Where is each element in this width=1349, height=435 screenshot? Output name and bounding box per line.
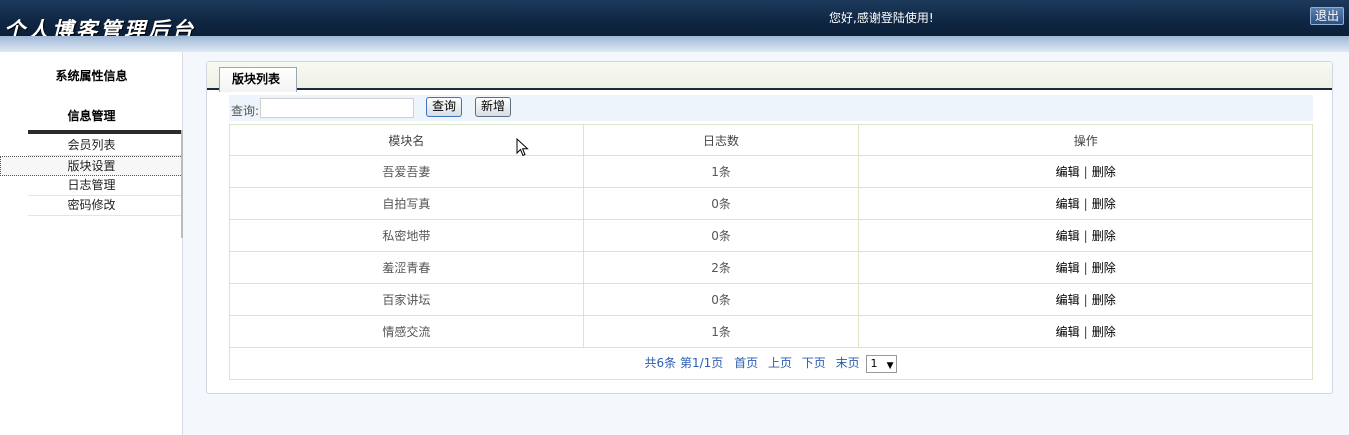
welcome-message: 您好,感谢登陆使用! <box>829 11 934 25</box>
delete-link[interactable]: 删除 <box>1092 325 1116 339</box>
pager: 共6条 第1/1页 首页 上页 下页 末页 1 ▼ <box>229 347 1313 380</box>
mouse-pointer-icon <box>516 138 529 157</box>
column-header-actions: 操作 <box>858 124 1313 156</box>
sidebar-menu: 会员列表 版块设置 日志管理 密码修改 <box>0 136 183 216</box>
delete-link[interactable]: 删除 <box>1092 261 1116 275</box>
action-separator: | <box>1083 165 1088 179</box>
table-row: 自拍写真 0条 编辑 | 删除 <box>229 187 1313 220</box>
query-button[interactable]: 查询 <box>426 97 462 117</box>
delete-link[interactable]: 删除 <box>1092 293 1116 307</box>
cell-module-name: 百家讲坛 <box>229 283 584 316</box>
pager-row: 共6条 第1/1页 首页 上页 下页 末页 1 ▼ <box>229 347 1313 380</box>
column-header-module-name: 模块名 <box>229 124 584 156</box>
chevron-down-icon: ▼ <box>886 360 894 371</box>
sidebar-item-section-settings[interactable]: 版块设置 <box>0 156 183 176</box>
sidebar-system-title[interactable]: 系统属性信息 <box>0 67 183 84</box>
table-row: 情感交流 1条 编辑 | 删除 <box>229 315 1313 348</box>
cell-module-name: 羞涩青春 <box>229 251 584 284</box>
table-row: 羞涩青春 2条 编辑 | 删除 <box>229 251 1313 284</box>
header-subbar <box>0 36 1349 52</box>
edit-link[interactable]: 编辑 <box>1056 197 1080 211</box>
pager-summary: 共6条 第1/1页 <box>644 356 724 371</box>
table-row: 百家讲坛 0条 编辑 | 删除 <box>229 283 1313 316</box>
delete-link[interactable]: 删除 <box>1092 229 1116 243</box>
cell-module-name: 私密地带 <box>229 219 584 252</box>
cell-actions: 编辑 | 删除 <box>858 187 1313 220</box>
cell-actions: 编辑 | 删除 <box>858 155 1313 188</box>
action-separator: | <box>1083 229 1088 243</box>
edit-link[interactable]: 编辑 <box>1056 293 1080 307</box>
last-page-link[interactable]: 末页 <box>836 356 860 370</box>
next-page-link[interactable]: 下页 <box>802 356 826 370</box>
tab-strip: 版块列表 <box>207 62 1332 92</box>
page-select-value: 1 <box>870 356 878 370</box>
section-table: 模块名 日志数 操作 吾爱吾妻 1条 编辑 | 删除 自拍写真 0条 编辑 | 删除 私… <box>229 124 1313 380</box>
search-bar: 查询: 查询 新增 <box>229 95 1313 121</box>
table-header-row: 模块名 日志数 操作 <box>229 124 1313 156</box>
logout-button[interactable]: 退出 <box>1310 7 1344 25</box>
cell-actions: 编辑 | 删除 <box>858 283 1313 316</box>
edit-link[interactable]: 编辑 <box>1056 229 1080 243</box>
search-input[interactable] <box>260 98 414 118</box>
sidebar-section-title[interactable]: 信息管理 <box>0 107 183 124</box>
cell-module-name: 情感交流 <box>229 315 584 348</box>
cell-module-name: 吾爱吾妻 <box>229 155 584 188</box>
sidebar-vertical-rule <box>181 130 183 238</box>
delete-link[interactable]: 删除 <box>1092 165 1116 179</box>
cell-log-count: 0条 <box>582 219 860 252</box>
sidebar: 系统属性信息 信息管理 会员列表 版块设置 日志管理 密码修改 <box>0 52 183 435</box>
action-separator: | <box>1083 197 1088 211</box>
cell-actions: 编辑 | 删除 <box>858 315 1313 348</box>
column-header-log-count: 日志数 <box>582 124 860 156</box>
action-separator: | <box>1083 325 1088 339</box>
search-label: 查询: <box>231 104 260 118</box>
edit-link[interactable]: 编辑 <box>1056 261 1080 275</box>
page-select[interactable]: 1 ▼ <box>866 354 898 373</box>
cell-log-count: 2条 <box>582 251 860 284</box>
sidebar-divider <box>28 130 183 134</box>
cell-module-name: 自拍写真 <box>229 187 584 220</box>
edit-link[interactable]: 编辑 <box>1056 325 1080 339</box>
delete-link[interactable]: 删除 <box>1092 197 1116 211</box>
sidebar-item-log-management[interactable]: 日志管理 <box>28 176 183 196</box>
action-separator: | <box>1083 293 1088 307</box>
main-panel: 版块列表 查询: 查询 新增 模块名 日志数 操作 吾爱吾妻 1条 编辑 | 删除 <box>206 61 1333 394</box>
first-page-link[interactable]: 首页 <box>734 356 758 370</box>
cell-log-count: 1条 <box>582 315 860 348</box>
tab-section-list[interactable]: 版块列表 <box>219 67 297 92</box>
top-header: 个人博客管理后台 您好,感谢登陆使用! 退出 <box>0 0 1349 42</box>
cell-log-count: 0条 <box>582 283 860 316</box>
add-button[interactable]: 新增 <box>475 97 511 117</box>
action-separator: | <box>1083 261 1088 275</box>
cell-actions: 编辑 | 删除 <box>858 219 1313 252</box>
prev-page-link[interactable]: 上页 <box>768 356 792 370</box>
cell-log-count: 1条 <box>582 155 860 188</box>
sidebar-item-change-password[interactable]: 密码修改 <box>28 196 183 216</box>
cell-actions: 编辑 | 删除 <box>858 251 1313 284</box>
cell-log-count: 0条 <box>582 187 860 220</box>
table-row: 吾爱吾妻 1条 编辑 | 删除 <box>229 155 1313 188</box>
edit-link[interactable]: 编辑 <box>1056 165 1080 179</box>
table-row: 私密地带 0条 编辑 | 删除 <box>229 219 1313 252</box>
sidebar-item-members[interactable]: 会员列表 <box>28 136 183 156</box>
